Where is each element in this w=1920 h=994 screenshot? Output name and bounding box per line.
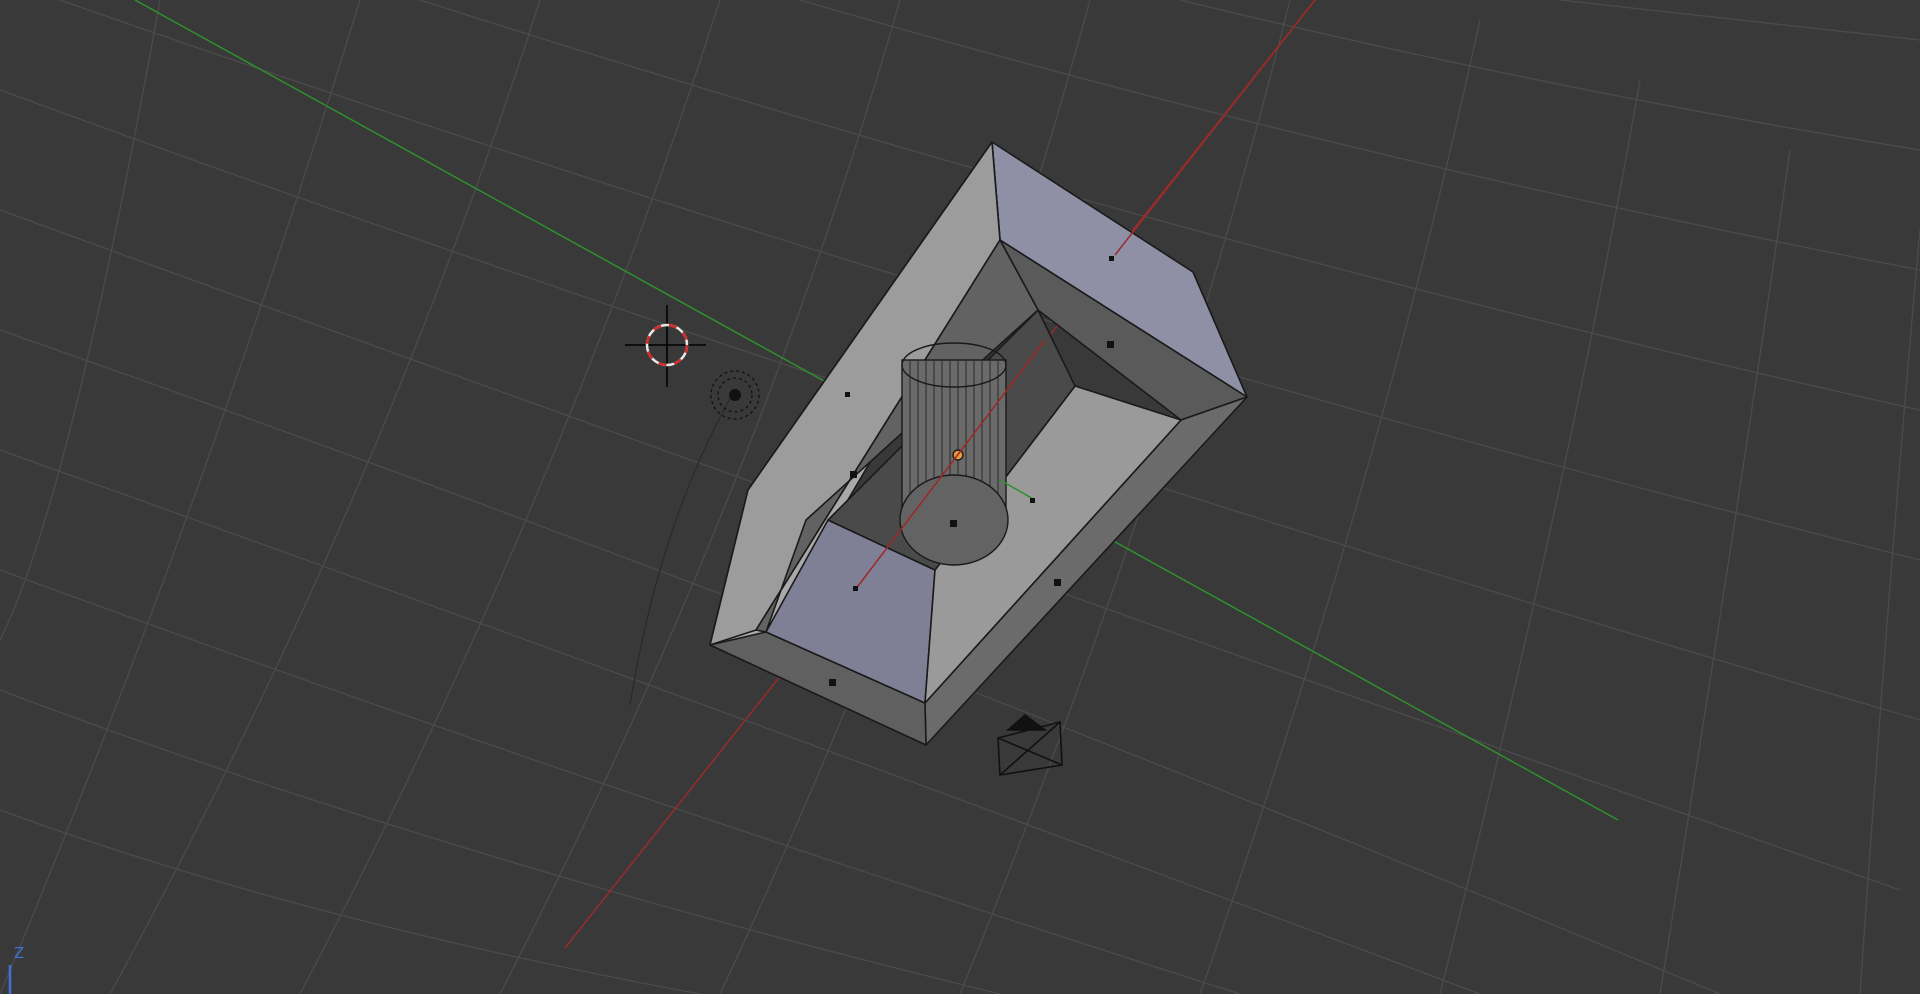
3d-viewport[interactable]: Z: [0, 0, 1920, 994]
lamp-icon[interactable]: [710, 370, 760, 420]
x-axis-top-segment: [1114, 0, 1316, 256]
lamp-line: [629, 389, 736, 706]
3d-cursor-icon[interactable]: [625, 305, 706, 387]
viewport-scene[interactable]: [0, 0, 1920, 994]
camera-icon[interactable]: [997, 713, 1063, 776]
mini-axis-z-label: Z: [14, 944, 25, 962]
cylinder-mesh[interactable]: [899, 342, 1009, 566]
